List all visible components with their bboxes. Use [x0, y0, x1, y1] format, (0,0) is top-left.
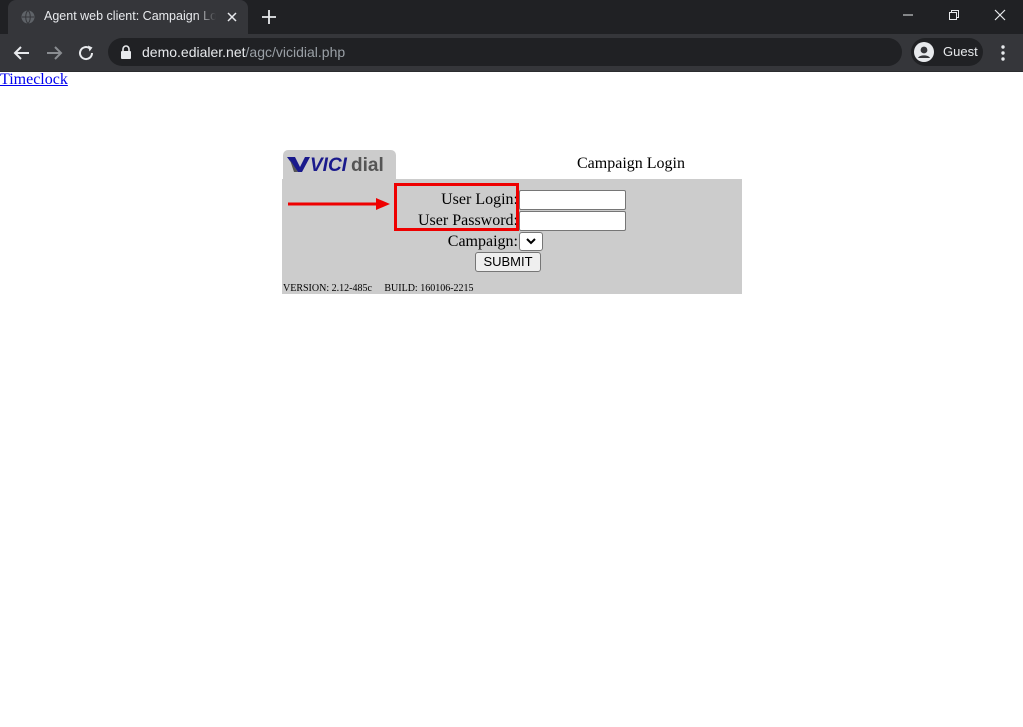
lock-icon[interactable]: [120, 45, 132, 59]
forward-button[interactable]: [40, 39, 68, 67]
reload-button[interactable]: [72, 39, 100, 67]
restore-icon: [949, 10, 959, 20]
minimize-icon: [903, 14, 913, 16]
profile-name: Guest: [943, 44, 978, 59]
address-bar[interactable]: demo.edialer.net/agc/vicidial.php: [108, 38, 902, 66]
back-button[interactable]: [8, 39, 36, 67]
minimize-button[interactable]: [885, 0, 931, 30]
url-path: /agc/vicidial.php: [245, 44, 346, 60]
tab-strip: Agent web client: Campaign Login: [0, 0, 1023, 34]
campaign-select[interactable]: [519, 232, 543, 251]
active-tab[interactable]: Agent web client: Campaign Login: [8, 0, 248, 34]
campaign-label: Campaign:: [447, 233, 518, 250]
window-close-icon: [994, 9, 1006, 21]
reload-icon: [79, 45, 94, 61]
profile-button[interactable]: Guest: [911, 38, 983, 66]
page-title: Campaign Login: [577, 155, 685, 172]
kebab-menu-icon: [1001, 45, 1005, 61]
user-password-input[interactable]: [519, 211, 626, 231]
close-icon[interactable]: [224, 9, 240, 25]
logo-text-dial: dial: [351, 155, 384, 176]
tab-title: Agent web client: Campaign Login: [44, 9, 216, 25]
back-arrow-icon: [13, 46, 29, 60]
user-login-input[interactable]: [519, 190, 626, 210]
arrow-right-icon: [288, 198, 390, 210]
submit-button[interactable]: SUBMIT: [475, 252, 541, 272]
profile-avatar-icon: [914, 42, 934, 62]
vicidial-logo-mark: VICI dial: [287, 155, 384, 176]
chevron-down-icon: [526, 238, 536, 245]
timeclock-link[interactable]: Timeclock: [0, 71, 68, 89]
url-text[interactable]: demo.edialer.net/agc/vicidial.php: [142, 44, 345, 60]
browser-toolbar: demo.edialer.net/agc/vicidial.php Guest: [0, 34, 1023, 72]
version-info: VERSION: 2.12-485c BUILD: 160106-2215: [283, 283, 474, 294]
globe-icon: [21, 10, 35, 24]
browser-menu-button[interactable]: [993, 41, 1013, 65]
window-close-button[interactable]: [977, 0, 1023, 30]
restore-button[interactable]: [931, 0, 977, 30]
logo-text-vici: VICI: [310, 155, 348, 176]
plus-icon[interactable]: [259, 7, 279, 27]
url-host: demo.edialer.net: [142, 44, 246, 60]
vicidial-logo: VICI dial: [283, 150, 396, 179]
highlight-box: [394, 183, 519, 231]
forward-arrow-icon: [47, 46, 63, 60]
